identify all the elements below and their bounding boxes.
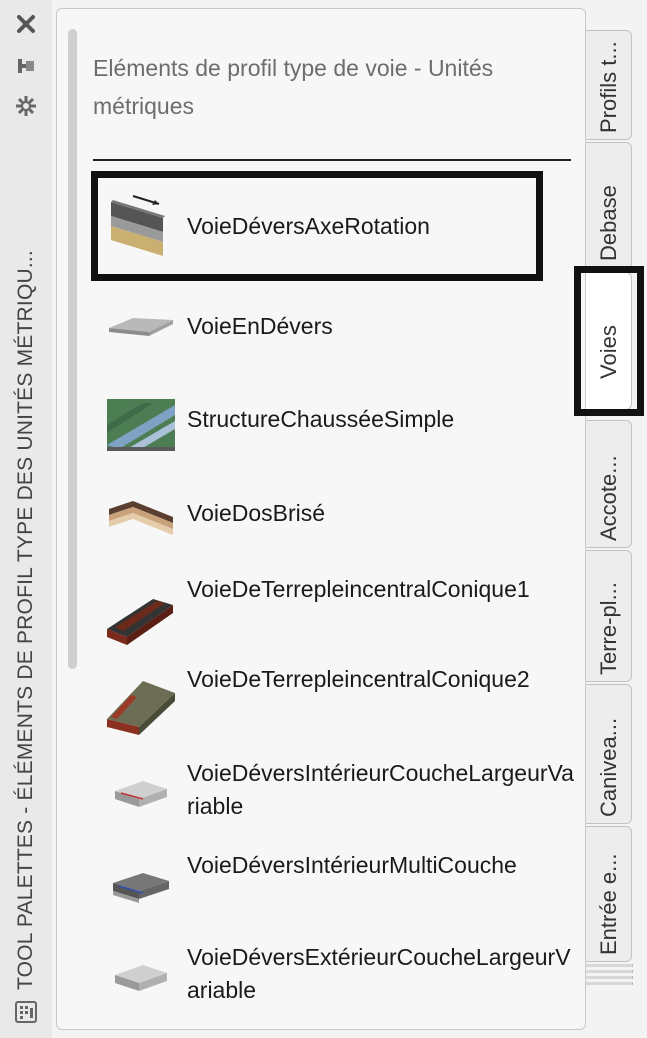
inside-variable-width-icon bbox=[103, 761, 177, 831]
tool-item-structure-chaussee-simple[interactable]: StructureChausséeSimple bbox=[103, 385, 543, 465]
tool-label: VoieDéversIntérieurCoucheLargeurVariable bbox=[187, 760, 574, 819]
tab-entree[interactable]: Entrée e... bbox=[586, 826, 632, 962]
palette-title-bar[interactable]: TOOL PALETTES - ÉLÉMENTS DE PROFIL TYPE … bbox=[0, 0, 52, 1038]
tool-item-voie-dos-brise[interactable]: VoieDosBrisé bbox=[103, 479, 543, 559]
tool-item-voie-devers-exterieur-couche-largeur-variable[interactable]: VoieDéversExtérieurCoucheLargeurVariable bbox=[103, 937, 571, 1017]
palette-header: Eléments de profil type de voie - Unités… bbox=[93, 55, 494, 119]
close-icon[interactable] bbox=[12, 10, 40, 38]
tab-profils[interactable]: Profils t... bbox=[586, 30, 632, 140]
lane-superelevation-icon bbox=[103, 292, 177, 362]
tab-caniveaux[interactable]: Canivea... bbox=[586, 684, 632, 824]
tool-item-voie-devers-interieur-multicouche[interactable]: VoieDéversIntérieurMultiCouche bbox=[103, 845, 543, 925]
tool-label: VoieDéversExtérieurCoucheLargeurVariable bbox=[187, 944, 571, 1003]
inside-multilayer-icon bbox=[103, 853, 177, 923]
median-conic-1-icon bbox=[103, 583, 177, 653]
tool-palette-panel: Eléments de profil type de voie - Unités… bbox=[56, 8, 586, 1030]
tool-label: VoieDeTerrepleincentralConique2 bbox=[187, 666, 530, 692]
pin-icon[interactable] bbox=[12, 52, 40, 80]
tab-stack-edge bbox=[586, 976, 633, 979]
tab-accotements[interactable]: Accote... bbox=[586, 420, 632, 548]
tab-terre-plein[interactable]: Terre-pl... bbox=[586, 550, 632, 682]
tool-label: VoieEnDévers bbox=[187, 313, 333, 339]
active-tab-highlight bbox=[574, 266, 644, 416]
properties-icon[interactable] bbox=[12, 92, 40, 120]
tab-stack-edge bbox=[586, 970, 633, 973]
palette-title: TOOL PALETTES - ÉLÉMENTS DE PROFIL TYPE … bbox=[14, 250, 37, 990]
tab-stack-edge bbox=[586, 964, 633, 967]
tab-label: Accote... bbox=[596, 455, 621, 541]
tool-item-voie-de-terreplein-conique1[interactable]: VoieDeTerrepleincentralConique1 bbox=[103, 569, 543, 649]
outside-variable-width-icon bbox=[103, 945, 177, 1015]
tab-label: Canivea... bbox=[596, 717, 621, 817]
tool-item-voie-en-devers[interactable]: VoieEnDévers bbox=[103, 292, 543, 372]
median-conic-2-icon bbox=[103, 671, 177, 741]
tab-label: Profils t... bbox=[596, 41, 621, 133]
separator bbox=[93, 159, 571, 161]
tool-label: VoieDéversIntérieurMultiCouche bbox=[187, 852, 517, 878]
tool-label: VoieDeTerrepleincentralConique1 bbox=[187, 576, 530, 602]
selection-highlight bbox=[91, 171, 543, 281]
tab-label: Entrée e... bbox=[596, 853, 621, 955]
pavement-structure-icon bbox=[103, 385, 177, 455]
tool-item-voie-de-terreplein-conique2[interactable]: VoieDeTerrepleincentralConique2 bbox=[103, 659, 543, 739]
tab-label: Terre-pl... bbox=[596, 582, 621, 675]
tab-debase[interactable]: Debase bbox=[586, 142, 632, 270]
lane-broken-back-icon bbox=[103, 479, 177, 549]
tab-stack-edge bbox=[586, 982, 633, 985]
tab-label: Debase bbox=[596, 185, 621, 261]
tool-label: VoieDosBrisé bbox=[187, 500, 326, 526]
tool-label: StructureChausséeSimple bbox=[187, 406, 455, 432]
tool-item-voie-devers-interieur-couche-largeur-variable[interactable]: VoieDéversIntérieurCoucheLargeurVariable bbox=[103, 753, 574, 833]
palette-menu-icon[interactable] bbox=[12, 998, 40, 1026]
scrollbar[interactable] bbox=[68, 29, 77, 669]
